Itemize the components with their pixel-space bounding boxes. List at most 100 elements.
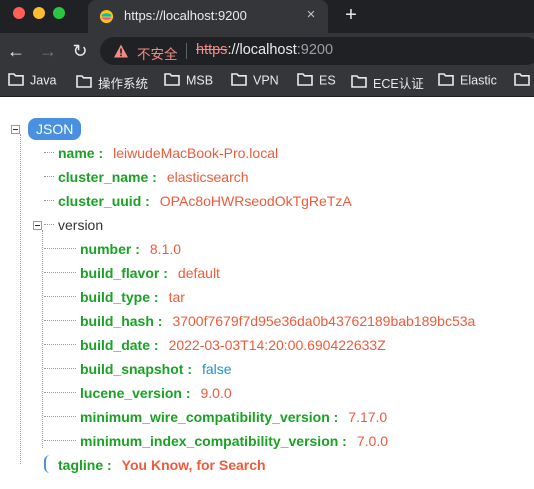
browser-tab[interactable]: https://localhost:9200 ×	[88, 0, 328, 33]
bookmark-folder-ece[interactable]: ECE认证	[351, 73, 424, 93]
folder-icon	[438, 73, 454, 87]
zoom-window-button[interactable]	[53, 7, 65, 19]
tree-connector	[44, 152, 54, 153]
bookmark-label: ES	[319, 73, 336, 88]
tab-strip: https://localhost:9200 × +	[0, 0, 534, 33]
tab-title: https://localhost:9200	[124, 8, 247, 23]
json-key: tagline :	[58, 457, 112, 473]
new-tab-button[interactable]: +	[340, 4, 362, 26]
json-value: 9.0.0	[200, 385, 232, 401]
tree-connector	[44, 368, 76, 369]
back-icon[interactable]: ←	[4, 39, 28, 63]
json-key: cluster_name :	[58, 169, 157, 185]
json-key: minimum_index_compatibility_version :	[80, 433, 347, 449]
elastic-favicon-icon	[99, 9, 114, 24]
json-value: 8.1.0	[149, 241, 182, 257]
selection-bracket	[44, 455, 52, 473]
close-tab-icon[interactable]: ×	[302, 6, 320, 24]
json-key: build_flavor :	[80, 265, 168, 281]
bookmark-label: Elastic	[460, 73, 497, 88]
bookmark-folder-os[interactable]: 操作系统	[76, 73, 148, 93]
json-node-cluster-uuid[interactable]: cluster_uuid : OPAc8oHWRseodOkTgReTzA	[58, 192, 352, 210]
json-value: leiwudeMacBook-Pro.local	[113, 145, 279, 161]
tree-connector	[44, 248, 76, 249]
json-value: default	[177, 265, 220, 281]
bookmark-folder-es[interactable]: ES	[297, 73, 336, 93]
json-value: 7.17.0	[348, 409, 388, 425]
bookmark-folder-vpn[interactable]: VPN	[231, 73, 279, 93]
json-root-badge[interactable]: JSON	[28, 118, 82, 140]
json-key: version	[58, 217, 104, 233]
json-node-version[interactable]: version	[58, 216, 103, 234]
bookmark-label: MSB	[186, 73, 214, 88]
bookmark-folder-java[interactable]: Java	[8, 73, 56, 93]
bookmark-folder-msb[interactable]: MSB	[164, 73, 213, 93]
json-value: elasticsearch	[166, 169, 249, 185]
json-key: name :	[58, 145, 104, 161]
json-key: minimum_wire_compatibility_version :	[80, 409, 339, 425]
bookmarks-bar: Java 操作系统 MSB VPN ES ECE认证 Elastic	[0, 69, 534, 97]
json-key: build_type :	[80, 289, 159, 305]
tree-connector	[44, 392, 76, 393]
json-key: build_date :	[80, 337, 159, 353]
collapse-version-toggle[interactable]	[33, 221, 42, 230]
json-node-cluster-name[interactable]: cluster_name : elasticsearch	[58, 168, 249, 186]
json-value: You Know, for Search	[121, 457, 266, 473]
folder-icon	[8, 73, 24, 87]
address-bar[interactable]: 不安全 https://localhost:9200	[100, 37, 534, 65]
json-value: 3700f7679f7d95e36da0b43762189bab189bc53a	[172, 313, 476, 329]
json-key: build_snapshot :	[80, 361, 192, 377]
address-divider	[186, 43, 187, 59]
collapse-root-toggle[interactable]	[11, 125, 20, 134]
url-port: :9200	[296, 42, 334, 58]
folder-icon	[231, 73, 247, 87]
json-node-lucene-version[interactable]: lucene_version : 9.0.0	[80, 384, 232, 402]
json-node-build-hash[interactable]: build_hash : 3700f7679f7d95e36da0b4376218…	[80, 312, 475, 330]
folder-icon	[76, 75, 92, 88]
json-key: cluster_uuid :	[58, 193, 150, 209]
tree-connector	[44, 416, 76, 417]
json-node-build-type[interactable]: build_type : tar	[80, 288, 185, 306]
forward-icon[interactable]: →	[36, 39, 60, 63]
json-node-number[interactable]: number : 8.1.0	[80, 240, 181, 258]
tree-connector	[44, 272, 76, 273]
json-value: 2022-03-03T14:20:00.690422633Z	[168, 337, 386, 353]
tree-guide-root	[20, 134, 21, 464]
tree-connector	[44, 176, 54, 177]
browser-toolbar: ← → ↻ 不安全 https://localhost:9200	[0, 33, 534, 69]
bookmark-label: Java	[30, 73, 57, 88]
json-node-min-wire-compat[interactable]: minimum_wire_compatibility_version : 7.17…	[80, 408, 387, 426]
json-key: build_hash :	[80, 313, 163, 329]
json-node-name[interactable]: name : leiwudeMacBook-Pro.local	[58, 144, 278, 162]
tree-connector	[44, 320, 76, 321]
json-node-min-index-compat[interactable]: minimum_index_compatibility_version : 7.0…	[80, 432, 388, 450]
folder-icon	[164, 73, 180, 87]
bookmark-folder-elastic[interactable]: Elastic	[438, 73, 497, 93]
not-secure-label[interactable]: 不安全	[137, 43, 178, 63]
json-node-tagline[interactable]: tagline : You Know, for Search	[58, 456, 266, 474]
url-host: ://localhost	[227, 42, 297, 58]
reload-icon[interactable]: ↻	[68, 39, 92, 63]
json-viewer: JSON name : leiwudeMacBook-Pro.local clus…	[0, 98, 534, 489]
tree-connector	[44, 296, 76, 297]
json-value: false	[202, 361, 232, 377]
json-node-build-snapshot[interactable]: build_snapshot : false	[80, 360, 232, 378]
json-node-build-flavor[interactable]: build_flavor : default	[80, 264, 220, 282]
minimize-window-button[interactable]	[33, 7, 45, 19]
tree-connector	[44, 440, 76, 441]
close-window-button[interactable]	[13, 7, 25, 19]
tree-connector	[44, 344, 76, 345]
json-node-build-date[interactable]: build_date : 2022-03-03T14:20:00.69042263…	[80, 336, 386, 354]
json-value: OPAc8oHWRseodOkTgReTzA	[159, 193, 352, 209]
url-text[interactable]: https://localhost:9200	[196, 42, 333, 58]
folder-icon	[514, 73, 530, 87]
warning-icon[interactable]	[113, 43, 129, 59]
folder-icon	[351, 75, 367, 88]
bookmark-folder-more[interactable]	[514, 73, 534, 93]
url-scheme: https	[196, 42, 228, 58]
tree-guide-version	[42, 230, 43, 448]
json-value: tar	[168, 289, 185, 305]
json-key: number :	[80, 241, 140, 257]
json-value: 7.0.0	[356, 433, 388, 449]
bookmark-label: ECE认证	[373, 77, 424, 91]
